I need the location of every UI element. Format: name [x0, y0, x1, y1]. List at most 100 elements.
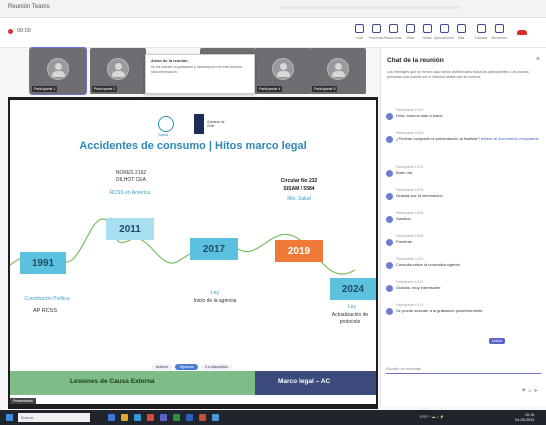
note-1991: Constitución Política: [24, 296, 70, 302]
avatar-icon: [47, 58, 69, 80]
join-button[interactable]: Unirse: [489, 338, 506, 344]
chat-icon: [354, 24, 364, 33]
apps-button[interactable]: Aplicaciones: [434, 22, 454, 44]
app-icon[interactable]: [108, 414, 115, 421]
shared-slide: Salud Gobierno de Chile Accidentes de co…: [10, 100, 376, 404]
taskbar-apps: [108, 414, 219, 421]
taskbar-clock[interactable]: 10:15 04-06-2024: [515, 413, 534, 422]
view-button[interactable]: Vista: [401, 22, 419, 44]
meeting-notice-popup[interactable]: Aviso de la reunión Se ha iniciado la gr…: [145, 54, 255, 94]
mic-icon: [494, 24, 504, 33]
participant-tile[interactable]: Participante 5: [310, 48, 366, 94]
camera-button[interactable]: Cámara: [472, 22, 490, 44]
chat-message: Participante 10:03 ¿Podrían compartir la …: [386, 131, 542, 143]
popup-body: Se ha iniciado la grabación y transcripc…: [151, 65, 243, 74]
powerpoint-icon[interactable]: [199, 414, 206, 421]
year-2024-box: 2024: [330, 278, 376, 300]
excel-icon[interactable]: [173, 414, 180, 421]
year-1991-box: 1991: [20, 252, 66, 274]
next-slide-button[interactable]: Siguiente: [175, 363, 198, 370]
react-button[interactable]: Reaccionar: [384, 22, 402, 44]
notes-button[interactable]: Notas: [418, 22, 436, 44]
participant-tile[interactable]: Participante 1: [29, 47, 87, 95]
meeting-toolbar: 00:00 Chat Personas Reaccionar Vista Not…: [0, 18, 546, 48]
hangup-icon: [517, 29, 527, 35]
chat-message: Participante 10:04 Buen día: [386, 165, 542, 177]
note-2019-top2: SISAM / 5584: [283, 186, 315, 192]
note-2024: Actualización de protocolo: [331, 312, 369, 325]
close-icon[interactable]: ×: [536, 56, 540, 63]
chat-message: Participante 10:10 Consulta sobre la norm…: [386, 257, 542, 269]
note-2024-blue: Ley: [347, 304, 357, 310]
chat-intro: Los mensajes que se envíen aquí serán vi…: [387, 70, 529, 79]
year-2017-box: 2017: [190, 238, 238, 260]
folder-icon[interactable]: [121, 414, 128, 421]
note-2011-top2: DILHOT CEA: [116, 177, 146, 183]
title-bar: Reunión Teams: [0, 0, 546, 18]
avatar: [386, 262, 393, 269]
presenter-tag: Presentando: [10, 398, 36, 404]
note-2019-top: Circular No 232: [280, 178, 318, 184]
view-icon: [405, 24, 415, 33]
compose-tools[interactable]: ⚑ ☺ ➤: [521, 388, 538, 394]
previous-slide-button[interactable]: Anterior: [152, 363, 173, 370]
record-icon: [8, 28, 13, 34]
browser-icon[interactable]: [134, 414, 141, 421]
slide-controls: Anterior Siguiente Ir a diapositiva: [152, 362, 232, 371]
meeting-timer: 00:00: [17, 28, 31, 34]
app-icon[interactable]: [147, 414, 154, 421]
title-bar-decor: [280, 6, 460, 9]
note-2017-blue: Ley: [210, 290, 220, 296]
leave-button[interactable]: [513, 24, 531, 40]
meeting-window: Reunión Teams 00:00 Chat Personas Reacci…: [0, 0, 546, 425]
chat-message: Participante 10:14 Se puede acceder a la …: [386, 303, 542, 315]
recording-indicator: 00:00: [8, 28, 31, 34]
avatar: [386, 239, 393, 246]
chat-button[interactable]: Chat: [350, 22, 368, 44]
chat-message: Participante 10:02 Hola, buenos días a to…: [386, 108, 542, 120]
chat-message: Participante 10:05 Gracias por la informa…: [386, 188, 542, 200]
people-icon: [371, 24, 381, 33]
avatar-icon: [272, 58, 294, 80]
notes-icon: [422, 24, 432, 33]
app-icon[interactable]: [212, 414, 219, 421]
participant-tile[interactable]: Participante 4: [255, 48, 311, 94]
chat-link[interactable]: enlace al documento compartido: [481, 136, 539, 141]
teams-icon[interactable]: [160, 414, 167, 421]
avatar: [386, 193, 393, 200]
apps-icon: [439, 24, 449, 33]
footer-left-label: Lesiones de Causa Externa: [70, 378, 155, 385]
note-2017: Inicio de la agencia: [193, 298, 237, 304]
participant-tile[interactable]: Participante 2: [90, 48, 146, 94]
note-2019: Min. Salud: [287, 196, 311, 202]
go-to-slide-button[interactable]: Ir a diapositiva: [200, 363, 232, 370]
system-tray[interactable]: ESP ^ ☁ ⌂ ⚡: [420, 414, 444, 419]
avatar: [386, 216, 393, 223]
avatar: [386, 136, 393, 143]
chat-message: Participante 10:08 Presente: [386, 234, 542, 246]
start-icon[interactable]: [6, 414, 13, 421]
popup-title: Aviso de la reunión: [151, 58, 188, 63]
chat-panel: Chat de la reunión × Los mensajes que se…: [380, 48, 546, 406]
people-button[interactable]: Personas: [367, 22, 385, 44]
taskbar-search[interactable]: Buscar: [18, 413, 90, 422]
camera-icon: [476, 24, 486, 33]
window-title: Reunión Teams: [8, 4, 50, 10]
avatar: [386, 285, 393, 292]
avatar-icon: [107, 58, 129, 80]
year-2011-box: 2011: [106, 218, 154, 240]
chat-title: Chat de la reunión: [387, 57, 444, 64]
more-button[interactable]: Más: [452, 22, 470, 44]
react-icon: [388, 24, 398, 33]
word-icon[interactable]: [186, 414, 193, 421]
note-1991b: AP RCSS: [32, 308, 58, 314]
chat-message: Participante 10:06 Saludos: [386, 211, 542, 223]
year-2019-box: 2019: [275, 240, 323, 262]
mic-button[interactable]: Micrófono: [490, 22, 508, 44]
avatar: [386, 170, 393, 177]
chat-compose-input[interactable]: Escribir un mensaje: [386, 364, 541, 374]
avatar: [386, 308, 393, 315]
footer-right-label: Marco legal – AC: [278, 378, 331, 385]
more-icon: [456, 24, 466, 33]
slide-footer: Lesiones de Causa Externa Marco legal – …: [10, 371, 376, 395]
